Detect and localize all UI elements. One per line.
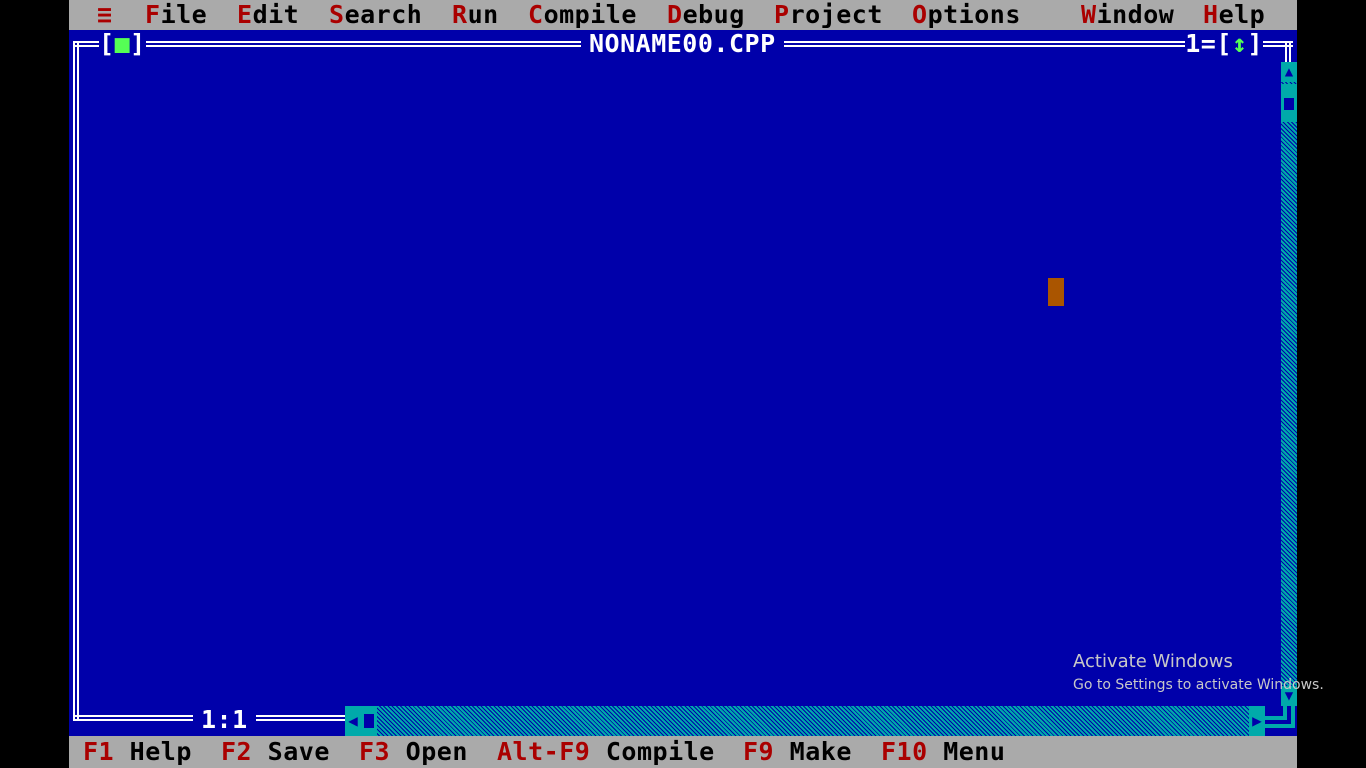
menu-help[interactable]: Help (1203, 0, 1265, 30)
status-bar: F1 Help F2 Save F3 Open Alt-F9 Compile F… (69, 736, 1297, 768)
menu-file-hotkey: F (145, 0, 161, 29)
status-f10-label: Menu (927, 737, 1006, 766)
menu-options-hotkey: O (912, 0, 928, 29)
menu-search-label: earch (344, 0, 423, 29)
status-f2-label: Save (252, 737, 330, 766)
status-f10-key: F10 (881, 737, 928, 766)
menu-project-label: roject (789, 0, 883, 29)
vertical-scroll-thumb[interactable] (1281, 84, 1297, 122)
status-f3-open[interactable]: F3 Open (359, 736, 468, 768)
zoom-box-left: =[ (1200, 29, 1232, 58)
status-f10-menu[interactable]: F10 Menu (881, 736, 1005, 768)
horizontal-scroll-thumb[interactable] (361, 706, 377, 736)
turbo-cpp-screen: ≡ File Edit Search Run Compile Debug Pro… (69, 0, 1297, 768)
menu-file[interactable]: File (145, 0, 207, 30)
status-f1-label: Help (114, 737, 192, 766)
status-f3-label: Open (390, 737, 468, 766)
status-f2-key: F2 (221, 737, 253, 766)
menu-run[interactable]: Run (452, 0, 499, 30)
menu-edit[interactable]: Edit (237, 0, 299, 30)
menu-help-hotkey: H (1203, 0, 1219, 29)
menu-window[interactable]: Window (1081, 0, 1174, 30)
system-menu-icon[interactable]: ≡ (97, 0, 113, 30)
status-f9-key: F9 (743, 737, 775, 766)
menu-window-label: indow (1096, 0, 1175, 29)
status-f2-save[interactable]: F2 Save (221, 736, 330, 768)
menu-compile-hotkey: C (528, 0, 544, 29)
zoom-icon[interactable]: ↕ (1232, 29, 1248, 58)
menu-help-label: elp (1218, 0, 1266, 29)
window-title: NONAME00.CPP (581, 30, 784, 58)
status-f3-key: F3 (359, 737, 391, 766)
menu-run-label: un (467, 0, 499, 29)
menu-search-hotkey: S (329, 0, 345, 29)
resize-corner-icon[interactable] (1265, 706, 1297, 736)
menu-compile-label: ompile (543, 0, 637, 29)
menu-project[interactable]: Project (774, 0, 883, 30)
cursor-position: 1:1 (193, 706, 256, 734)
window-number: 1 (1185, 29, 1201, 58)
menu-options[interactable]: Options (912, 0, 1021, 30)
vertical-scrollbar[interactable]: ▲ ▼ (1281, 62, 1297, 706)
menu-debug[interactable]: Debug (667, 0, 745, 30)
status-f9-label: Make (774, 737, 852, 766)
scroll-left-arrow-icon[interactable]: ◀ (345, 706, 361, 736)
zoom-box-right: ] (1247, 29, 1263, 58)
window-close-box[interactable]: [■] (99, 30, 146, 58)
close-icon: ■ (114, 29, 131, 58)
menu-options-label: ptions (927, 0, 1021, 29)
status-altf9-compile[interactable]: Alt-F9 Compile (497, 736, 715, 768)
horizontal-scrollbar[interactable]: ◀ ▶ (345, 706, 1265, 736)
scroll-down-arrow-icon[interactable]: ▼ (1281, 686, 1297, 706)
menu-edit-hotkey: E (237, 0, 253, 29)
close-box-right-bracket: ] (130, 29, 146, 58)
scroll-up-arrow-icon[interactable]: ▲ (1281, 62, 1297, 82)
window-number-zoom: 1=[↕] (1185, 30, 1263, 58)
menu-bar: ≡ File Edit Search Run Compile Debug Pro… (69, 0, 1297, 30)
close-box-left-bracket: [ (99, 29, 115, 58)
status-f1-key: F1 (83, 737, 115, 766)
menu-file-label: ile (160, 0, 208, 29)
frame-left-border (73, 41, 79, 721)
menu-edit-label: dit (252, 0, 300, 29)
editor-area[interactable] (81, 62, 1279, 706)
frame-right-border-top (1285, 41, 1291, 63)
status-f9-make[interactable]: F9 Make (743, 736, 852, 768)
frame-bottom-border-right (269, 715, 345, 721)
menu-run-hotkey: R (452, 0, 468, 29)
menu-search[interactable]: Search (329, 0, 422, 30)
scroll-right-arrow-icon[interactable]: ▶ (1249, 706, 1265, 736)
status-f1-help[interactable]: F1 Help (83, 736, 192, 768)
menu-project-hotkey: P (774, 0, 790, 29)
status-altf9-label: Compile (590, 737, 715, 766)
menu-window-hotkey: W (1081, 0, 1097, 29)
menu-compile[interactable]: Compile (528, 0, 637, 30)
menu-debug-hotkey: D (667, 0, 683, 29)
status-altf9-key: Alt-F9 (497, 737, 591, 766)
text-cursor (1048, 278, 1064, 306)
menu-debug-label: ebug (682, 0, 745, 29)
